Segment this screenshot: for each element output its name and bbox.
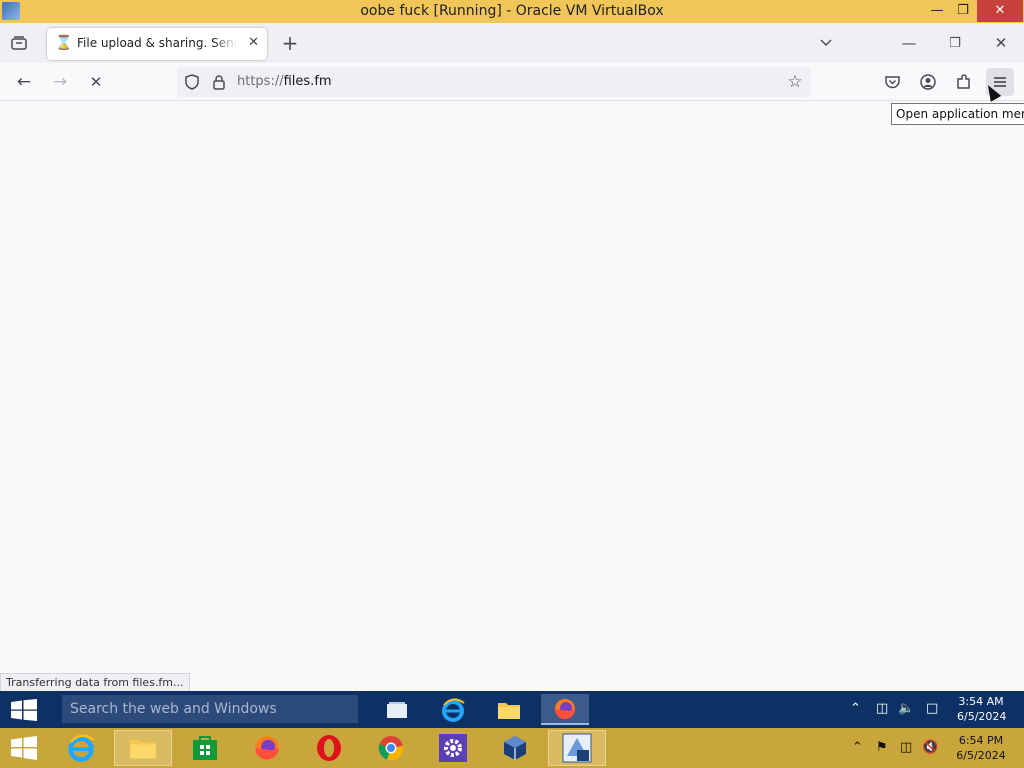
volume-icon[interactable]: 🔈 bbox=[898, 701, 914, 716]
show-hidden-icons-icon[interactable]: ⌃ bbox=[852, 740, 863, 755]
action-center-icon[interactable]: □ bbox=[926, 701, 938, 716]
tab-close-icon[interactable]: ✕ bbox=[248, 35, 259, 50]
tooltip: Open application menu bbox=[891, 103, 1024, 125]
new-tab-button[interactable]: + bbox=[280, 31, 300, 55]
browser-minimize-button[interactable]: — bbox=[898, 33, 920, 53]
firefox-icon[interactable] bbox=[541, 694, 589, 725]
firefox-view-icon[interactable] bbox=[8, 33, 30, 53]
host-firefox-icon[interactable] bbox=[238, 730, 296, 766]
host-clock[interactable]: 6:54 PM 6/5/2024 bbox=[955, 733, 1007, 763]
network-icon[interactable]: ◫ bbox=[900, 740, 912, 755]
guest-taskbar: Search the web and Windows ⌃ ◫ 🔈 □ 3:54 … bbox=[0, 691, 1024, 728]
guest-search-box[interactable]: Search the web and Windows bbox=[62, 695, 358, 723]
navigation-toolbar: ← → ✕ https://files.fm ☆ bbox=[0, 63, 1024, 101]
task-view-icon[interactable] bbox=[373, 694, 421, 725]
virtualbox-titlebar: oobe fuck [Running] - Oracle VM VirtualB… bbox=[0, 0, 1024, 24]
guest-start-button[interactable] bbox=[10, 699, 38, 721]
guest-time: 3:54 AM bbox=[958, 695, 1004, 708]
host-start-button[interactable] bbox=[0, 730, 48, 766]
browser-close-button[interactable]: ✕ bbox=[990, 33, 1012, 53]
url-text[interactable]: https://files.fm bbox=[237, 74, 332, 89]
pocket-icon[interactable] bbox=[882, 72, 902, 92]
network-icon[interactable]: ◫ bbox=[876, 701, 888, 716]
host-time: 6:54 PM bbox=[958, 734, 1004, 747]
back-button[interactable]: ← bbox=[12, 72, 36, 92]
status-panel: Transferring data from files.fm... bbox=[0, 673, 190, 693]
show-hidden-icons-icon[interactable]: ⌃ bbox=[850, 701, 861, 716]
tab-strip: ⌛ File upload & sharing. Send large file… bbox=[0, 23, 1024, 63]
window-title: oobe fuck [Running] - Oracle VM VirtualB… bbox=[360, 3, 664, 19]
list-all-tabs-button[interactable] bbox=[816, 33, 836, 53]
tab-active[interactable]: ⌛ File upload & sharing. Send large file… bbox=[47, 28, 267, 60]
tab-title: File upload & sharing. Send large files bbox=[77, 36, 237, 50]
internet-explorer-icon[interactable] bbox=[429, 694, 477, 725]
extensions-puzzle-icon[interactable] bbox=[954, 72, 974, 92]
host-taskbar: ⌃ ⚑ ◫ 🔇 6:54 PM 6/5/2024 bbox=[0, 728, 1024, 768]
tracking-protection-shield-icon[interactable] bbox=[183, 73, 201, 91]
host-virtualbox-vm-icon[interactable] bbox=[548, 730, 606, 766]
url-host: files.fm bbox=[283, 74, 332, 89]
stop-loading-button[interactable]: ✕ bbox=[84, 72, 108, 92]
host-chrome-icon[interactable] bbox=[362, 730, 420, 766]
host-date: 6/5/2024 bbox=[956, 749, 1006, 762]
host-internet-explorer-icon[interactable] bbox=[52, 730, 110, 766]
lock-icon[interactable] bbox=[210, 73, 228, 91]
guest-clock[interactable]: 3:54 AM 6/5/2024 bbox=[957, 694, 1007, 724]
bookmark-star-icon[interactable]: ☆ bbox=[785, 72, 805, 92]
url-bar[interactable]: https://files.fm ☆ bbox=[177, 67, 811, 97]
page-content bbox=[0, 101, 1024, 691]
host-file-explorer-icon[interactable] bbox=[114, 730, 172, 766]
browser-restore-button[interactable]: ❐ bbox=[944, 33, 966, 53]
close-button[interactable]: ✕ bbox=[977, 0, 1023, 22]
host-settings-gear-icon[interactable] bbox=[424, 730, 482, 766]
action-center-flag-icon[interactable]: ⚑ bbox=[876, 740, 888, 755]
account-icon[interactable] bbox=[918, 72, 938, 92]
url-scheme: https:// bbox=[237, 74, 284, 89]
host-store-icon[interactable] bbox=[176, 730, 234, 766]
host-tray-icons: ⌃ ⚑ ◫ 🔇 bbox=[850, 740, 950, 758]
minimize-button[interactable]: — bbox=[924, 0, 950, 22]
host-opera-icon[interactable] bbox=[300, 730, 358, 766]
restore-button[interactable]: ❐ bbox=[950, 0, 976, 22]
guest-tray-icons: ⌃ ◫ 🔈 □ bbox=[850, 701, 950, 719]
volume-muted-icon[interactable]: 🔇 bbox=[922, 740, 938, 755]
file-explorer-icon[interactable] bbox=[485, 694, 533, 725]
forward-button[interactable]: → bbox=[48, 72, 72, 92]
host-virtualbox-icon[interactable] bbox=[486, 730, 544, 766]
guest-date: 6/5/2024 bbox=[957, 710, 1007, 723]
loading-hourglass-icon: ⌛ bbox=[55, 35, 73, 51]
